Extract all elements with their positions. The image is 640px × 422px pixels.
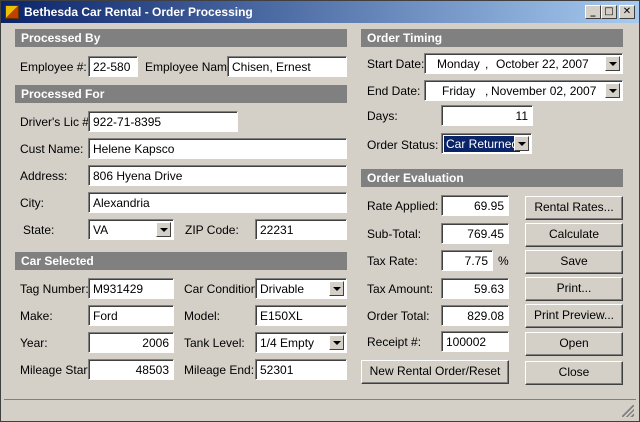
car-condition-label: Car Condition: [184,282,261,296]
address-label: Address: [20,169,68,183]
maximize-button[interactable]: □ [601,5,617,19]
print-preview-button[interactable]: Print Preview... [525,304,623,328]
order-evaluation-header: Order Evaluation [361,169,623,187]
tag-number-field[interactable]: M931429 [88,278,174,299]
window-title: Bethesda Car Rental - Order Processing [24,5,253,19]
close-button[interactable]: Close [525,361,623,385]
end-date-label: End Date: [367,84,421,98]
state-select[interactable]: VA [88,219,174,240]
minimize-button[interactable]: _ [585,5,601,19]
start-date-value: October 22, 2007 [496,57,589,71]
city-field[interactable]: Alexandria [88,192,347,213]
chevron-down-icon[interactable] [156,222,171,237]
calculate-button[interactable]: Calculate [525,223,623,247]
start-date-label: Start Date: [367,57,425,71]
employee-number-field[interactable]: 22-580 [88,56,138,77]
order-status-label: Order Status: [367,138,439,152]
resize-grip-icon[interactable] [622,405,634,417]
make-field[interactable]: Ford [88,305,174,326]
open-button[interactable]: Open [525,332,623,356]
state-label: State: [23,223,55,237]
make-label: Make: [20,309,53,323]
chevron-down-icon[interactable] [329,281,344,296]
processed-by-header: Processed By [15,29,347,47]
end-separator: , [485,84,489,98]
mileage-end-label: Mileage End: [184,363,255,377]
calendar-dropdown-icon[interactable] [605,56,620,71]
drivers-license-label: Driver's Lic #: [20,115,93,129]
employee-name-field[interactable]: Chisen, Ernest [227,56,347,77]
sub-total-label: Sub-Total: [367,227,422,241]
receipt-number-label: Receipt #: [367,335,422,349]
car-condition-value: Drivable [260,282,305,296]
calendar-dropdown-icon[interactable] [605,83,620,98]
close-window-button[interactable]: ✕ [619,5,635,19]
sub-total-field[interactable]: 769.45 [441,223,509,244]
order-total-label: Order Total: [367,309,430,323]
chevron-down-icon[interactable] [514,136,529,151]
tank-level-label: Tank Level: [184,336,245,350]
tax-amount-label: Tax Amount: [367,282,434,296]
rate-applied-field[interactable]: 69.95 [441,195,509,216]
processed-for-header: Processed For [15,85,347,103]
new-rental-order-reset-button[interactable]: New Rental Order/Reset [361,360,509,384]
state-value: VA [93,223,109,237]
address-field[interactable]: 806 Hyena Drive [88,165,347,186]
title-bar[interactable]: Bethesda Car Rental - Order Processing _… [1,1,639,23]
percent-sign: % [498,254,509,268]
app-icon[interactable] [5,5,19,19]
tag-number-label: Tag Number: [20,282,89,296]
employee-number-label: Employee #: [20,60,87,74]
order-status-value: Car Returned [444,136,521,152]
tax-amount-field[interactable]: 59.63 [441,278,509,299]
customer-name-field[interactable]: Helene Kapsco [88,138,347,159]
car-selected-header: Car Selected [15,252,347,270]
model-field[interactable]: E150XL [255,305,347,326]
start-separator: , [485,57,489,71]
receipt-number-field[interactable]: 100002 [441,331,509,352]
days-field[interactable]: 11 [441,105,533,126]
tank-level-value: 1/4 Empty [260,336,315,350]
chevron-down-icon[interactable] [329,335,344,350]
end-date-value: November 02, 2007 [491,84,597,98]
order-status-select[interactable]: Car Returned [441,133,532,154]
order-total-field[interactable]: 829.08 [441,305,509,326]
mileage-start-field[interactable]: 48503 [88,359,174,380]
status-bar [4,399,636,419]
mileage-start-label: Mileage Start: [20,363,95,377]
tax-rate-label: Tax Rate: [367,254,418,268]
mileage-end-field[interactable]: 52301 [255,359,347,380]
print-button[interactable]: Print... [525,277,623,301]
start-date-picker[interactable]: Monday , October 22, 2007 [424,53,623,74]
rate-applied-label: Rate Applied: [367,199,439,213]
save-button[interactable]: Save [525,250,623,274]
city-label: City: [20,196,44,210]
customer-name-label: Cust Name: [20,142,84,156]
tax-rate-field[interactable]: 7.75 [441,250,493,271]
days-label: Days: [367,109,398,123]
start-day: Monday [437,57,480,71]
rental-rates-button[interactable]: Rental Rates... [525,196,623,220]
year-label: Year: [20,336,48,350]
model-label: Model: [184,309,221,323]
zip-code-field[interactable]: 22231 [255,219,347,240]
zip-code-label: ZIP Code: [185,223,239,237]
order-timing-header: Order Timing [361,29,623,47]
year-field[interactable]: 2006 [88,332,174,353]
tank-level-select[interactable]: 1/4 Empty [255,332,347,353]
employee-name-label: Employee Name: [145,60,238,74]
car-condition-select[interactable]: Drivable [255,278,347,299]
drivers-license-field[interactable]: 922-71-8395 [88,111,238,132]
end-day: Friday [442,84,476,98]
order-processing-window: Bethesda Car Rental - Order Processing _… [0,0,640,422]
end-date-picker[interactable]: Friday , November 02, 2007 [424,80,623,101]
